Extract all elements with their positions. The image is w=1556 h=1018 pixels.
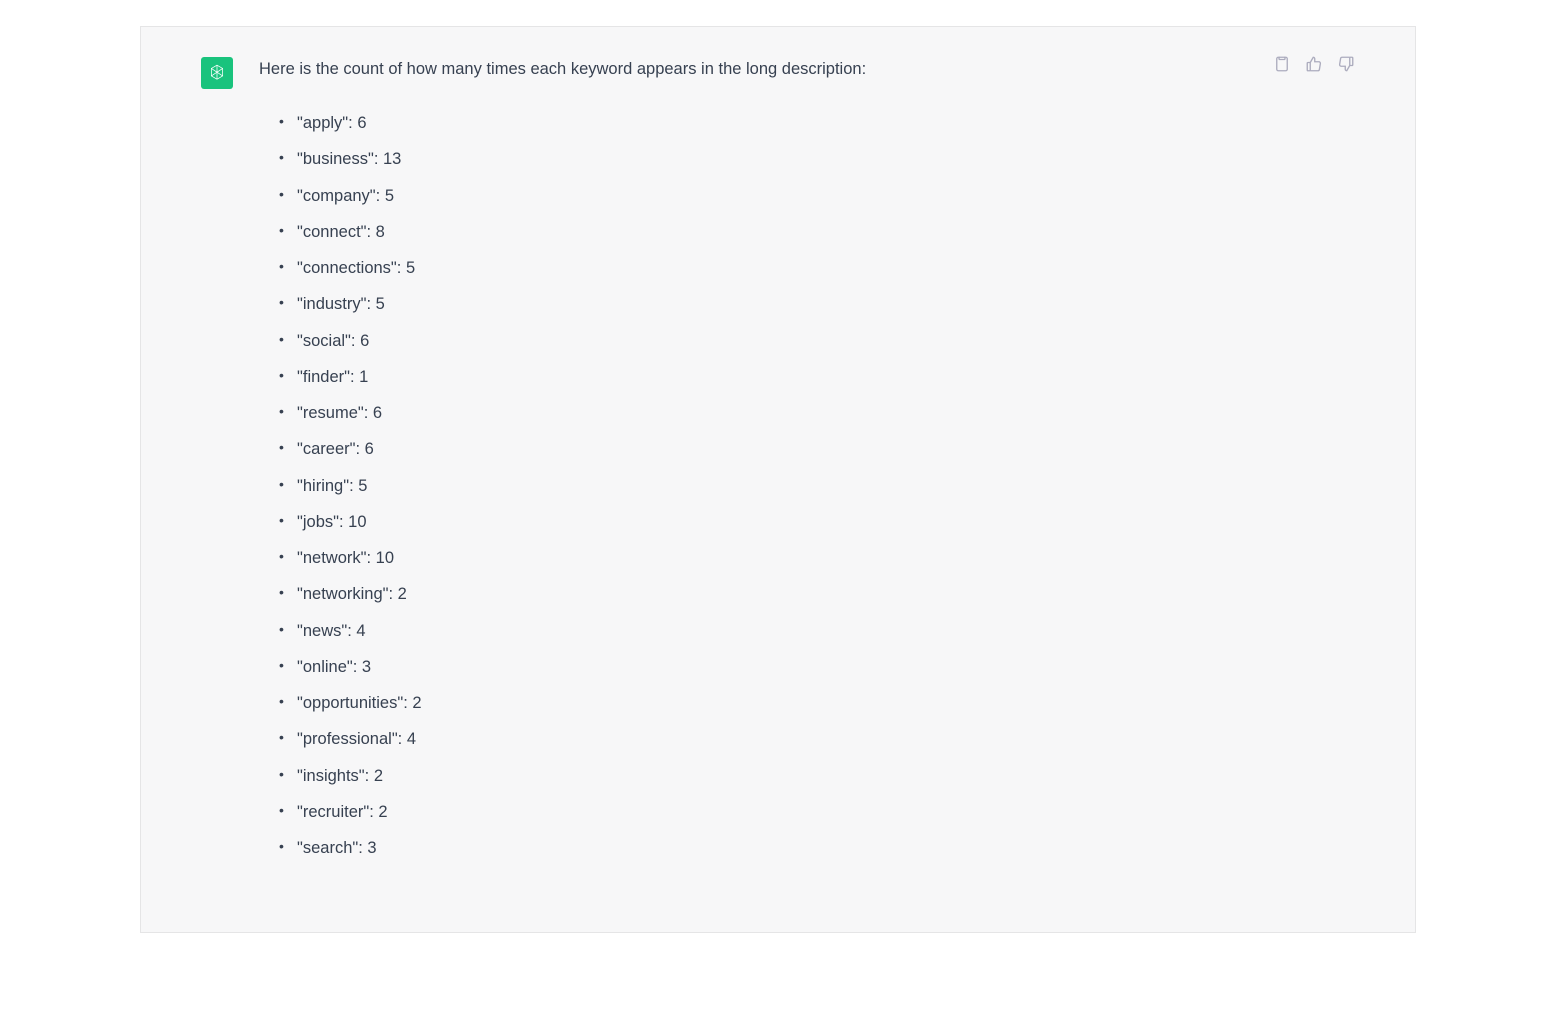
list-item: "resume": 6 — [279, 401, 1355, 426]
list-item: "insights": 2 — [279, 764, 1355, 789]
keyword-list: "apply": 6 "business": 13 "company": 5 "con… — [259, 111, 1355, 861]
page-container: Here is the count of how many times each… — [0, 0, 1556, 1018]
list-item: "news": 4 — [279, 619, 1355, 644]
thumbs-up-icon — [1305, 55, 1323, 73]
openai-logo-icon — [206, 62, 228, 84]
message-content: Here is the count of how many times each… — [259, 55, 1355, 872]
intro-text: Here is the count of how many times each… — [259, 55, 1355, 83]
list-item: "connections": 5 — [279, 256, 1355, 281]
list-item: "hiring": 5 — [279, 474, 1355, 499]
list-item: "networking": 2 — [279, 582, 1355, 607]
list-item: "online": 3 — [279, 655, 1355, 680]
assistant-avatar — [201, 57, 233, 89]
list-item: "search": 3 — [279, 836, 1355, 861]
thumbs-down-icon — [1337, 55, 1355, 73]
list-item: "finder": 1 — [279, 365, 1355, 390]
clipboard-icon — [1273, 55, 1291, 73]
list-item: "career": 6 — [279, 437, 1355, 462]
copy-button[interactable] — [1273, 55, 1291, 73]
list-item: "connect": 8 — [279, 220, 1355, 245]
list-item: "network": 10 — [279, 546, 1355, 571]
thumbs-down-button[interactable] — [1337, 55, 1355, 73]
list-item: "apply": 6 — [279, 111, 1355, 136]
list-item: "jobs": 10 — [279, 510, 1355, 535]
list-item: "professional": 4 — [279, 727, 1355, 752]
list-item: "business": 13 — [279, 147, 1355, 172]
list-item: "opportunities": 2 — [279, 691, 1355, 716]
message-actions — [1273, 55, 1355, 73]
list-item: "recruiter": 2 — [279, 800, 1355, 825]
list-item: "industry": 5 — [279, 292, 1355, 317]
list-item: "social": 6 — [279, 329, 1355, 354]
thumbs-up-button[interactable] — [1305, 55, 1323, 73]
assistant-message-panel: Here is the count of how many times each… — [140, 26, 1416, 933]
list-item: "company": 5 — [279, 184, 1355, 209]
message-row: Here is the count of how many times each… — [201, 55, 1355, 872]
